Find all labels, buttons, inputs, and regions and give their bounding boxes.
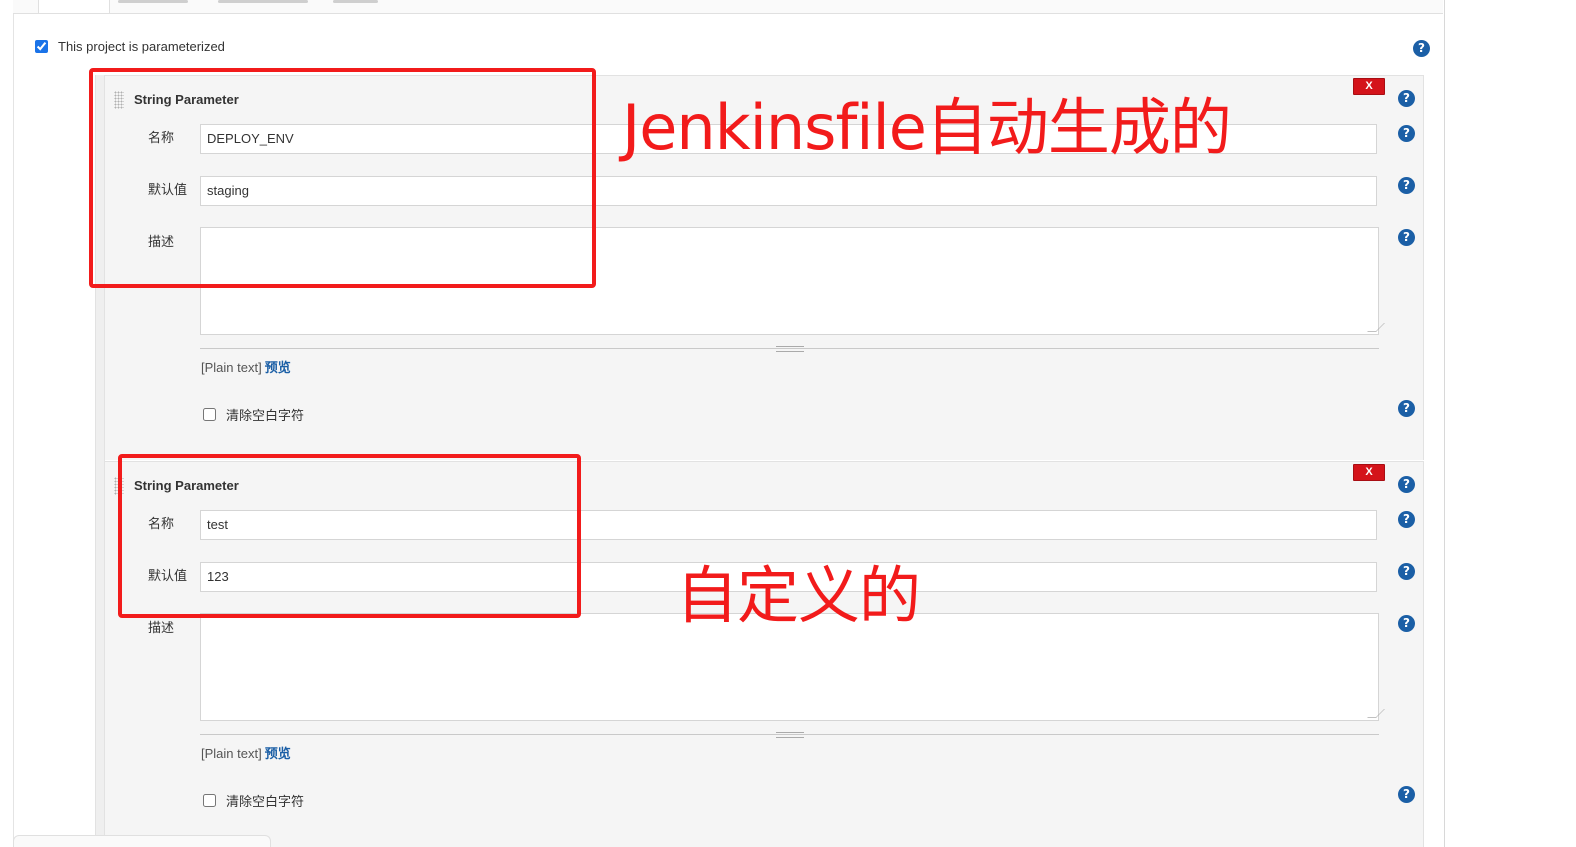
help-icon[interactable]: ? bbox=[1398, 563, 1415, 580]
help-icon[interactable]: ? bbox=[1398, 229, 1415, 246]
help-icon[interactable]: ? bbox=[1413, 40, 1430, 57]
help-icon[interactable]: ? bbox=[1398, 786, 1415, 803]
parameterized-checkbox[interactable] bbox=[35, 40, 48, 53]
trim-checkbox[interactable] bbox=[203, 408, 216, 421]
parameterized-label: This project is parameterized bbox=[58, 39, 225, 54]
help-icon[interactable]: ? bbox=[1398, 125, 1415, 142]
delete-parameter-button[interactable]: X bbox=[1353, 464, 1385, 481]
tab-4[interactable] bbox=[333, 0, 378, 3]
section-tabs bbox=[13, 0, 1443, 14]
trim-checkbox[interactable] bbox=[203, 794, 216, 807]
trim-label: 清除空白字符 bbox=[226, 408, 305, 423]
annotation-box-auto bbox=[89, 68, 596, 288]
trim-option[interactable]: 清除空白字符 bbox=[203, 405, 304, 424]
drag-handle-icon[interactable] bbox=[776, 346, 804, 352]
left-gutter bbox=[27, 75, 95, 847]
delete-parameter-button[interactable]: X bbox=[1353, 78, 1385, 95]
help-icon[interactable]: ? bbox=[1398, 90, 1415, 107]
trim-label: 清除空白字符 bbox=[226, 794, 305, 809]
markup-hint: [Plain text] 预览 bbox=[201, 357, 291, 376]
tab-3[interactable] bbox=[218, 0, 308, 3]
description-label: 描述 bbox=[148, 620, 175, 635]
tab-active[interactable] bbox=[38, 0, 110, 13]
help-icon[interactable]: ? bbox=[1398, 400, 1415, 417]
trim-option[interactable]: 清除空白字符 bbox=[203, 791, 304, 810]
annotation-text-auto: Jenkinsfile自动生成的 bbox=[622, 91, 1232, 164]
markup-hint: [Plain text] 预览 bbox=[201, 743, 291, 762]
help-icon[interactable]: ? bbox=[1398, 177, 1415, 194]
help-icon[interactable]: ? bbox=[1398, 615, 1415, 632]
preview-link[interactable]: 预览 bbox=[265, 746, 291, 761]
drag-handle-icon[interactable] bbox=[776, 732, 804, 738]
parameterized-option[interactable]: This project is parameterized bbox=[35, 39, 225, 54]
textarea-resize-bar[interactable] bbox=[200, 729, 1379, 738]
textarea-resize-bar[interactable] bbox=[200, 343, 1379, 352]
preview-link[interactable]: 预览 bbox=[265, 360, 291, 375]
help-icon[interactable]: ? bbox=[1398, 511, 1415, 528]
resize-handle-icon[interactable] bbox=[1367, 323, 1385, 332]
help-icon[interactable]: ? bbox=[1398, 476, 1415, 493]
jenkins-config-page: This project is parameterized ? String P… bbox=[0, 0, 1576, 847]
tab-2[interactable] bbox=[118, 0, 188, 3]
plain-text-label: [Plain text] bbox=[201, 746, 262, 761]
bottom-bar bbox=[13, 835, 271, 847]
annotation-text-custom: 自定义的 bbox=[676, 559, 921, 632]
annotation-box-custom bbox=[118, 454, 581, 618]
resize-handle-icon[interactable] bbox=[1367, 709, 1385, 718]
plain-text-label: [Plain text] bbox=[201, 360, 262, 375]
